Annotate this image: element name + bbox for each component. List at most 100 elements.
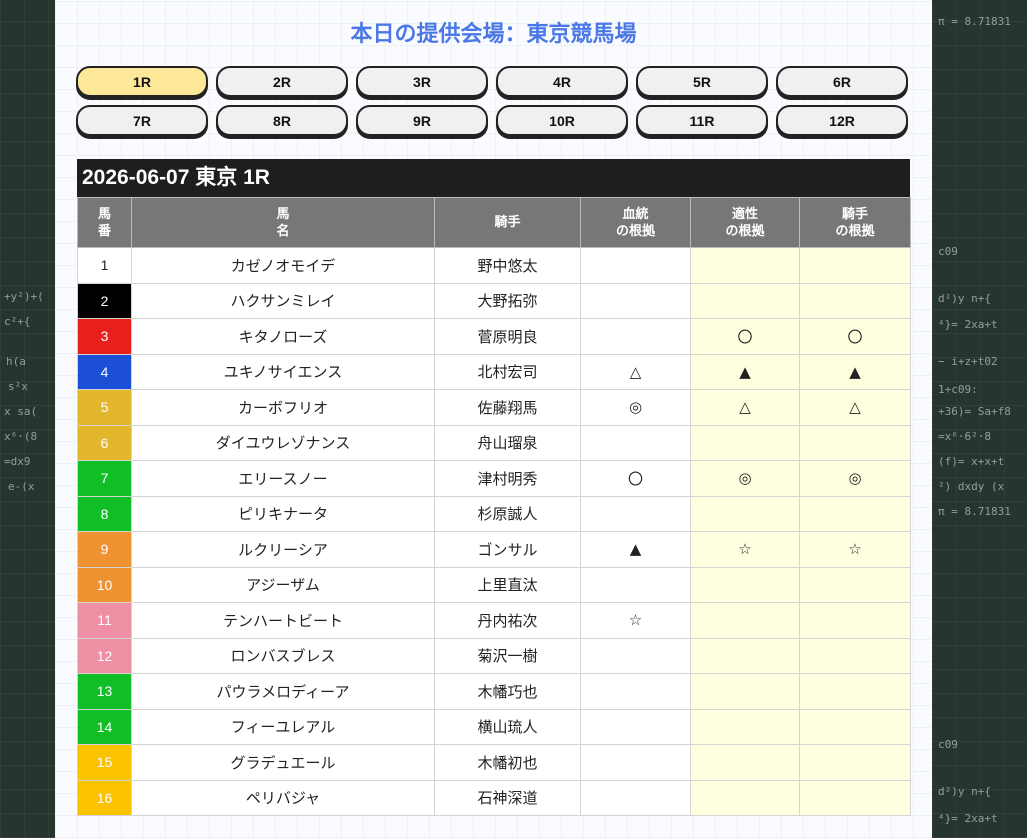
bloodline-mark-cell [580,566,691,603]
jockey-mark-cell [799,708,911,745]
race-button-4[interactable]: 4R [496,66,628,97]
aptitude-mark-cell [690,566,800,603]
chalkboard-background-right: π = 8.71831 c09 d²)y n+{ ⁴}= 2xa+t − i+z… [932,0,1027,838]
jockey-mark-cell [799,247,911,284]
horse-number-cell: 1 [77,247,132,284]
bloodline-mark-cell [580,708,691,745]
table-row: 4 ユキノサイエンス 北村宏司 △ ▲ ▲ [77,353,911,390]
aptitude-mark-cell [690,744,800,781]
jockey-mark-cell [799,495,911,532]
horse-name-cell: ハクサンミレイ [131,282,435,319]
horse-number-cell: 14 [77,708,132,745]
horse-number-cell: 11 [77,602,132,639]
race-button-5[interactable]: 5R [636,66,768,97]
race-title: 2026-06-07 東京 1R [77,159,910,197]
horse-number-cell: 16 [77,779,132,816]
jockey-mark-cell [799,779,911,816]
race-button-7[interactable]: 7R [76,105,208,136]
jockey-cell: 横山琉人 [434,708,581,745]
horse-number-cell: 9 [77,531,132,568]
table-row: 7 エリースノー 津村明秀〇 ◎ ◎ [77,460,911,497]
aptitude-mark-cell: △ [690,389,800,426]
aptitude-mark-cell [690,247,800,284]
race-button-12[interactable]: 12R [776,105,908,136]
main-panel: 本日の提供会場：東京競馬場 1R 2R 3R 4R 5R 6R 7R 8R 9R 10R 11R 12… [55,0,932,838]
race-button-1[interactable]: 1R [76,66,208,97]
jockey-cell: ゴンサル [434,531,581,568]
col-header-jockey-reason: 騎手 の根拠 [799,197,911,248]
jockey-cell: 野中悠太 [434,247,581,284]
race-button-10[interactable]: 10R [496,105,628,136]
jockey-mark-cell: 〇 [799,318,911,355]
table-row: 2 ハクサンミレイ 大野拓弥 [77,282,911,319]
horse-number-cell: 6 [77,424,132,461]
jockey-mark-cell [799,637,911,674]
bloodline-mark-cell [580,637,691,674]
jockey-cell: 杉原誠人 [434,495,581,532]
bloodline-mark-cell [580,673,691,710]
race-button-9[interactable]: 9R [356,105,488,136]
horse-number-cell: 8 [77,495,132,532]
bloodline-mark-cell: 〇 [580,460,691,497]
horse-number-cell: 3 [77,318,132,355]
horse-name-cell: ピリキナータ [131,495,435,532]
race-button-3[interactable]: 3R [356,66,488,97]
horse-name-cell: テンハートビート [131,602,435,639]
horse-name-cell: グラデュエール [131,744,435,781]
aptitude-mark-cell: ☆ [690,531,800,568]
horse-table: 馬番 馬名 騎手 血統 の根拠 適性 の根拠 騎手 の根拠 1 カゼノオモイデ 野中悠太 2… [77,197,911,816]
bloodline-mark-cell [580,744,691,781]
race-button-8[interactable]: 8R [216,105,348,136]
jockey-cell: 木幡巧也 [434,673,581,710]
horse-number-cell: 13 [77,673,132,710]
jockey-cell: 上里直汰 [434,566,581,603]
race-button-2[interactable]: 2R [216,66,348,97]
page-title: 本日の提供会場：東京競馬場 [350,21,637,46]
jockey-cell: 佐藤翔馬 [434,389,581,426]
col-header-aptitude: 適性 の根拠 [690,197,800,248]
horse-name-cell: ペリバジャ [131,779,435,816]
race-button-6[interactable]: 6R [776,66,908,97]
race-button-11[interactable]: 11R [636,105,768,136]
table-row: 12 ロンバスブレス 菊沢一樹 [77,637,911,674]
horse-number-cell: 2 [77,282,132,319]
table-row: 16 ペリバジャ 石神深道 [77,779,911,816]
bloodline-mark-cell: ◎ [580,389,691,426]
bloodline-mark-cell [580,282,691,319]
jockey-mark-cell: ☆ [799,531,911,568]
jockey-mark-cell: ◎ [799,460,911,497]
table-row: 8 ピリキナータ 杉原誠人 [77,495,911,532]
aptitude-mark-cell [690,282,800,319]
horse-number-cell: 4 [77,353,132,390]
jockey-mark-cell [799,744,911,781]
bloodline-mark-cell [580,424,691,461]
table-row: 6 ダイユウレゾナンス 舟山瑠泉 [77,424,911,461]
jockey-cell: 石神深道 [434,779,581,816]
jockey-cell: 津村明秀 [434,460,581,497]
horse-name-cell: アジーザム [131,566,435,603]
bloodline-mark-cell [580,247,691,284]
table-row: 10 アジーザム 上里直汰 [77,566,911,603]
bloodline-mark-cell [580,495,691,532]
aptitude-mark-cell [690,708,800,745]
horse-name-cell: エリースノー [131,460,435,497]
aptitude-mark-cell [690,495,800,532]
jockey-mark-cell [799,566,911,603]
horse-number-cell: 7 [77,460,132,497]
jockey-cell: 大野拓弥 [434,282,581,319]
bloodline-mark-cell [580,318,691,355]
horse-name-cell: ロンバスブレス [131,637,435,674]
horse-name-cell: フィーユレアル [131,708,435,745]
bloodline-mark-cell: ☆ [580,602,691,639]
bloodline-mark-cell: △ [580,353,691,390]
horse-name-cell: カゼノオモイデ [131,247,435,284]
horse-number-cell: 12 [77,637,132,674]
table-row: 11 テンハートビート 丹内祐次 ☆ [77,602,911,639]
bloodline-mark-cell [580,779,691,816]
table-header-row: 馬番 馬名 騎手 血統 の根拠 適性 の根拠 騎手 の根拠 [77,197,911,248]
horse-number-cell: 15 [77,744,132,781]
horse-number-cell: 10 [77,566,132,603]
horse-name-cell: パウラメロディーア [131,673,435,710]
col-header-jockey: 騎手 [434,197,581,248]
jockey-cell: 木幡初也 [434,744,581,781]
